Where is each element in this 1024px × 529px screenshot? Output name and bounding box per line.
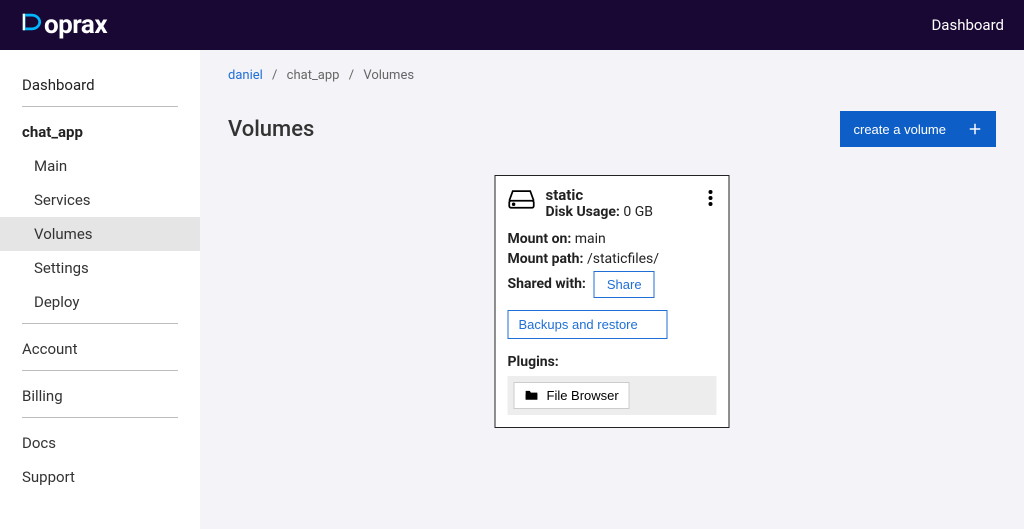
sidebar-item-settings[interactable]: Settings [22, 251, 178, 285]
plus-icon [968, 122, 982, 136]
sidebar-item-deploy[interactable]: Deploy [22, 285, 178, 319]
mount-path-label: Mount path: [508, 251, 584, 267]
sidebar: Dashboard chat_app Main Services Volumes… [0, 50, 200, 529]
brand-mark-icon [20, 11, 42, 33]
divider [22, 417, 178, 418]
divider [22, 323, 178, 324]
sidebar-item-volumes[interactable]: Volumes [0, 217, 200, 251]
mount-on-value: main [575, 231, 606, 247]
topbar: oprax Dashboard [0, 0, 1024, 50]
breadcrumb-app[interactable]: chat_app [287, 68, 340, 83]
plugin-file-browser-button[interactable]: File Browser [514, 382, 630, 409]
page-title: Volumes [228, 117, 314, 142]
disk-usage-label: Disk Usage: [546, 204, 620, 220]
sidebar-dashboard[interactable]: Dashboard [22, 68, 178, 102]
brand-logo[interactable]: oprax [20, 10, 107, 40]
volume-menu-button[interactable] [705, 186, 717, 210]
disk-icon [508, 188, 536, 210]
sidebar-billing[interactable]: Billing [0, 379, 200, 413]
plugins-label: Plugins: [508, 353, 717, 372]
breadcrumb-user[interactable]: daniel [228, 68, 263, 83]
sidebar-app-name[interactable]: chat_app [22, 115, 178, 149]
sidebar-item-services[interactable]: Services [22, 183, 178, 217]
backups-restore-button[interactable]: Backups and restore [508, 310, 668, 339]
breadcrumb-sep: / [349, 68, 354, 83]
mount-path-value: /staticfiles/ [587, 251, 659, 267]
top-dashboard-link[interactable]: Dashboard [931, 16, 1004, 34]
mount-on-label: Mount on: [508, 231, 572, 247]
volume-name: static [546, 186, 653, 204]
plugin-file-browser-label: File Browser [547, 388, 619, 403]
breadcrumb: daniel / chat_app / Volumes [228, 68, 996, 83]
sidebar-docs[interactable]: Docs [0, 426, 200, 460]
disk-usage-value: 0 GB [623, 204, 653, 220]
main-content: daniel / chat_app / Volumes Volumes crea… [200, 50, 1024, 529]
plugins-bar: File Browser [508, 376, 717, 415]
brand-text: oprax [44, 10, 107, 40]
breadcrumb-sep: / [272, 68, 277, 83]
create-volume-button[interactable]: create a volume [840, 111, 997, 147]
create-volume-label: create a volume [854, 122, 947, 137]
sidebar-account[interactable]: Account [0, 332, 200, 366]
volume-card: static Disk Usage: 0 GB Mount on: main [495, 175, 730, 428]
folder-icon [525, 389, 539, 401]
breadcrumb-page: Volumes [363, 68, 414, 83]
divider [22, 370, 178, 371]
divider [22, 106, 178, 107]
sidebar-support[interactable]: Support [0, 460, 200, 494]
share-button[interactable]: Share [594, 271, 655, 298]
sidebar-item-main[interactable]: Main [22, 149, 178, 183]
shared-with-label: Shared with: [508, 275, 586, 294]
